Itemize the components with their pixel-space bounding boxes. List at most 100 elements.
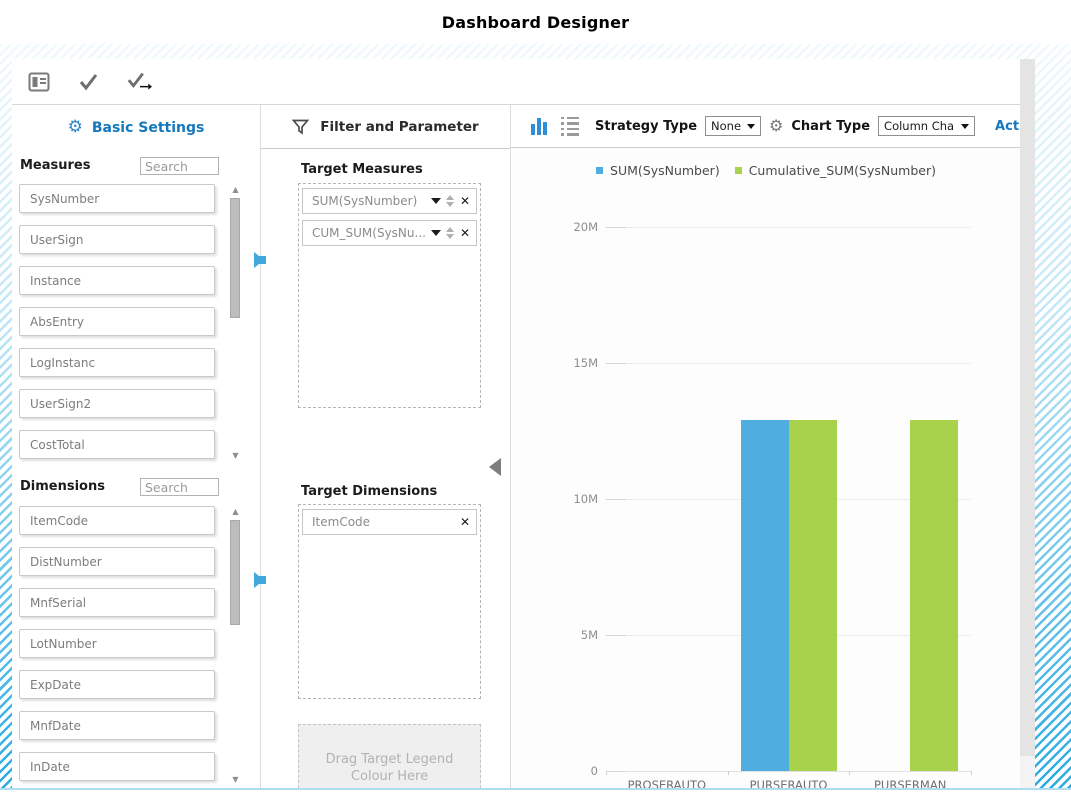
- list-item[interactable]: CostTotal: [19, 430, 215, 459]
- measures-label: Measures: [20, 158, 90, 173]
- strategy-type-value: None: [711, 119, 741, 133]
- filter-parameter-header: Filter and Parameter: [261, 105, 510, 149]
- target-measure-text: CUM_SUM(SysNu...: [312, 226, 429, 240]
- reorder-icon[interactable]: [446, 195, 454, 207]
- vertical-scrollbar[interactable]: [1020, 59, 1035, 756]
- column-chart: SUM(SysNumber)Cumulative_SUM(SysNumber) …: [511, 148, 1020, 789]
- chevron-down-icon[interactable]: [431, 198, 441, 204]
- list-item[interactable]: ItemCode: [19, 506, 215, 535]
- gridline: [606, 771, 971, 772]
- list-item[interactable]: MnfSerial: [19, 588, 215, 617]
- list-item[interactable]: InDate: [19, 752, 215, 781]
- scrollbar-thumb[interactable]: [230, 520, 240, 625]
- y-axis-label: 10M: [546, 492, 598, 506]
- list-item[interactable]: AbsEntry: [19, 307, 215, 336]
- x-tick: [971, 771, 972, 775]
- remove-icon[interactable]: ✕: [460, 195, 470, 207]
- y-axis-label: 20M: [546, 220, 598, 234]
- list-view-icon[interactable]: [561, 117, 579, 136]
- target-dimension-text: ItemCode: [312, 515, 460, 529]
- dashboard-designer-page: Dashboard Designer: [0, 0, 1071, 795]
- page-title: Dashboard Designer: [442, 13, 629, 32]
- chart-settings-gear-icon[interactable]: ⚙: [769, 118, 783, 134]
- list-item[interactable]: UserSign: [19, 225, 215, 254]
- list-item[interactable]: SysNumber: [19, 184, 215, 213]
- filter-parameter-label: Filter and Parameter: [320, 119, 478, 135]
- list-item[interactable]: Instance: [19, 266, 215, 295]
- strategy-type-select[interactable]: None: [705, 116, 761, 136]
- basic-settings-panel: ⚙ Basic Settings Measures SysNumber User…: [12, 105, 260, 789]
- y-tick: [606, 635, 626, 636]
- legend-swatch: [735, 167, 742, 174]
- x-tick: [728, 771, 729, 775]
- dimensions-search-input[interactable]: [140, 478, 219, 496]
- list-item[interactable]: UserSign2: [19, 389, 215, 418]
- list-item[interactable]: LotNumber: [19, 629, 215, 658]
- check-arrow-icon[interactable]: [126, 69, 152, 95]
- vertical-scrollbar-track: [1020, 756, 1035, 788]
- filter-parameter-panel: Filter and Parameter Target Measures SUM…: [260, 105, 510, 789]
- chart-type-select[interactable]: Column Chart: [878, 116, 975, 136]
- target-dimensions-dropzone[interactable]: ItemCode ✕: [298, 504, 481, 699]
- target-measures-dropzone[interactable]: SUM(SysNumber) ✕ CUM_SUM(SysNu... ✕: [298, 183, 481, 408]
- column-chart-icon[interactable]: [531, 117, 547, 135]
- y-tick: [606, 499, 626, 500]
- scroll-up-icon[interactable]: ▲: [229, 184, 242, 196]
- collapse-panel-icon[interactable]: [489, 458, 501, 476]
- chart-legend: SUM(SysNumber) Cumulative_SUM(SysNumber): [511, 163, 1020, 178]
- target-measures-label: Target Measures: [301, 162, 423, 177]
- legend-item: SUM(SysNumber): [596, 163, 720, 178]
- scrollbar-thumb[interactable]: [230, 198, 240, 318]
- gear-icon: ⚙: [68, 119, 83, 136]
- legend-label: SUM(SysNumber): [610, 163, 720, 178]
- remove-icon[interactable]: ✕: [460, 516, 470, 528]
- chart-type-label: Chart Type: [791, 119, 870, 134]
- target-dimensions-label: Target Dimensions: [301, 484, 437, 499]
- list-item[interactable]: MnfDate: [19, 711, 215, 740]
- dimensions-label: Dimensions: [20, 479, 105, 494]
- form-icon[interactable]: [26, 69, 52, 95]
- chart-panel: Strategy Type None ⚙ Chart Type Column C…: [510, 105, 1020, 789]
- form-icon-svg: [28, 72, 50, 92]
- assign-dimensions-arrow-icon[interactable]: [254, 572, 264, 588]
- y-tick: [606, 363, 626, 364]
- list-item[interactable]: LogInstanc: [19, 348, 215, 377]
- list-item[interactable]: DistNumber: [19, 547, 215, 576]
- chart-control-bar: Strategy Type None ⚙ Chart Type Column C…: [511, 105, 1020, 148]
- main-toolbar: [12, 59, 1020, 105]
- chevron-down-icon: [961, 124, 969, 129]
- list-item[interactable]: ExpDate: [19, 670, 215, 699]
- basic-settings-header[interactable]: ⚙ Basic Settings: [12, 119, 260, 136]
- page-bottom-divider: [0, 788, 1071, 790]
- scroll-up-icon[interactable]: ▲: [229, 506, 242, 518]
- legend-item: Cumulative_SUM(SysNumber): [735, 163, 936, 178]
- assign-measures-arrow-icon[interactable]: [254, 252, 264, 268]
- y-axis-label: 5M: [546, 628, 598, 642]
- measures-search-input[interactable]: [140, 157, 219, 175]
- x-tick: [849, 771, 850, 775]
- check-icon[interactable]: [76, 69, 102, 95]
- title-bar: Dashboard Designer: [0, 0, 1071, 44]
- scroll-down-icon[interactable]: ▼: [229, 450, 242, 462]
- legend-swatch: [596, 167, 603, 174]
- dimensions-scrollbar[interactable]: ▲ ▼: [229, 506, 242, 786]
- target-measure-row[interactable]: CUM_SUM(SysNu... ✕: [302, 220, 477, 246]
- scroll-down-icon[interactable]: ▼: [229, 774, 242, 786]
- chart-bar: [789, 420, 837, 771]
- measures-scrollbar[interactable]: ▲ ▼: [229, 184, 242, 462]
- y-axis-label: 0: [546, 764, 598, 778]
- y-tick: [606, 771, 626, 772]
- chart-bar: [910, 420, 958, 771]
- remove-icon[interactable]: ✕: [460, 227, 470, 239]
- dimensions-list: ItemCode DistNumber MnfSerial LotNumber …: [19, 506, 242, 789]
- chevron-down-icon[interactable]: [431, 230, 441, 236]
- legend-colour-dropzone[interactable]: Drag Target Legend Colour Here: [298, 724, 481, 789]
- target-dimension-row[interactable]: ItemCode ✕: [302, 509, 477, 535]
- reorder-icon[interactable]: [446, 227, 454, 239]
- x-tick: [606, 771, 607, 775]
- target-measure-row[interactable]: SUM(SysNumber) ✕: [302, 188, 477, 214]
- funnel-icon: [292, 119, 309, 135]
- basic-settings-label: Basic Settings: [92, 120, 205, 136]
- check-arrow-icon-svg: [126, 71, 152, 93]
- action-link[interactable]: Action (0): [995, 119, 1020, 134]
